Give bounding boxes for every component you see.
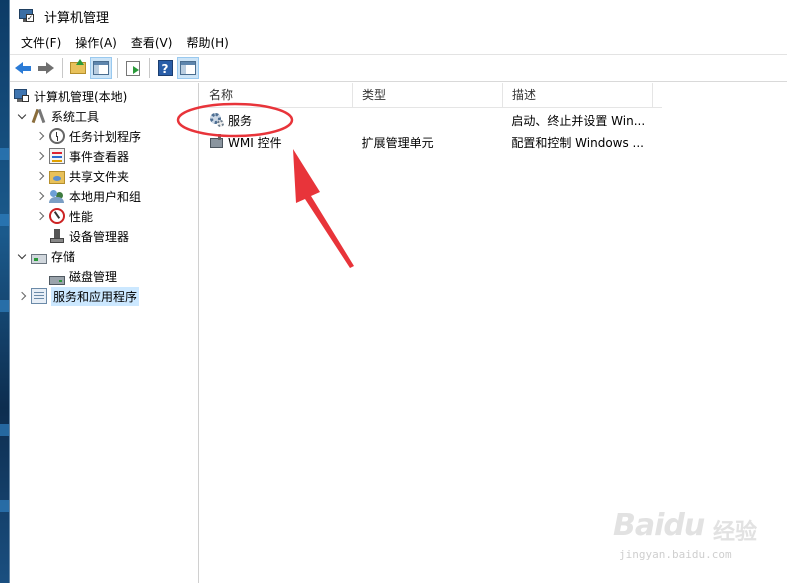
tree-item-root[interactable]: 计算机管理(本地) (14, 86, 127, 106)
computer-icon (14, 88, 30, 104)
desktop-icon-fragment (0, 148, 9, 160)
help-button[interactable]: ? (154, 57, 176, 79)
users-icon (49, 188, 65, 204)
device-manager-icon (49, 228, 65, 244)
desktop-icon-fragment (0, 214, 9, 226)
tree-item-task-scheduler[interactable]: 任务计划程序 (34, 126, 141, 146)
tree-item-label: 本地用户和组 (69, 189, 142, 204)
menu-file[interactable]: 文件(F) (14, 32, 68, 54)
collapsed-chevron-icon[interactable] (34, 210, 46, 222)
collapsed-chevron-icon[interactable] (16, 290, 28, 302)
tree-item-disk-management[interactable]: 磁盘管理 (34, 266, 117, 286)
desktop-icon-fragment (0, 300, 9, 312)
show-hide-tree-icon (93, 61, 109, 75)
menu-action[interactable]: 操作(A) (68, 32, 124, 54)
toolbar-separator (149, 58, 150, 78)
toolbar: ? (10, 54, 787, 82)
collapsed-chevron-icon[interactable] (34, 170, 46, 182)
wmi-icon (209, 134, 225, 150)
tree-item-shared-folders[interactable]: 共享文件夹 (34, 166, 129, 186)
expanded-chevron-icon[interactable] (16, 110, 28, 122)
desktop-icon-fragment (0, 500, 9, 512)
help-icon: ? (157, 60, 173, 76)
watermark-brand: Baidu (613, 508, 705, 543)
tree-item-label: 计算机管理(本地) (34, 89, 128, 104)
column-header-name[interactable]: 名称 (200, 83, 353, 108)
tools-icon (31, 108, 47, 124)
tree-item-device-manager[interactable]: 设备管理器 (34, 226, 129, 246)
tree-item-label: 性能 (69, 209, 94, 224)
column-header-description[interactable]: 描述 (503, 83, 653, 108)
tree-item-storage[interactable]: 存储 (16, 246, 75, 266)
cell-name: WMI 控件 (200, 134, 353, 151)
list-item-services[interactable]: 服务 启动、终止并设置 Win... (200, 109, 662, 131)
forward-arrow-icon (38, 62, 54, 74)
expanded-chevron-icon[interactable] (16, 250, 28, 262)
tree-item-label: 存储 (51, 249, 76, 264)
cell-name: 服务 (200, 112, 353, 129)
toolbar-separator (62, 58, 63, 78)
event-viewer-icon (49, 148, 65, 164)
tree-item-label: 服务和应用程序 (51, 286, 140, 306)
disk-icon (49, 275, 65, 285)
list-item-wmi-control[interactable]: WMI 控件 扩展管理单元 配置和控制 Windows ... (200, 131, 662, 153)
export-list-button[interactable] (122, 57, 144, 79)
back-button[interactable] (12, 57, 34, 79)
list-header: 名称 类型 描述 (200, 83, 662, 108)
up-one-level-button[interactable] (67, 57, 89, 79)
clock-icon (49, 128, 65, 144)
title-bar[interactable]: ✓ 计算机管理 (10, 0, 787, 32)
menu-view[interactable]: 查看(V) (124, 32, 180, 54)
tree-item-label: 共享文件夹 (69, 169, 130, 184)
watermark-url: jingyan.baidu.com (619, 548, 732, 561)
item-name: WMI 控件 (228, 135, 282, 150)
computer-management-icon: ✓ (18, 8, 34, 24)
desktop-icon-fragment (0, 424, 9, 436)
export-list-icon (126, 60, 140, 76)
menu-bar: 文件(F) 操作(A) 查看(V) 帮助(H) (10, 32, 787, 54)
baidu-watermark: Baidu 经验 jingyan.baidu.com (613, 508, 763, 568)
tree-item-performance[interactable]: 性能 (34, 206, 93, 226)
show-hide-action-pane-button[interactable] (177, 57, 199, 79)
column-header-type[interactable]: 类型 (353, 83, 503, 108)
item-name: 服务 (228, 113, 253, 128)
gear-icon (209, 112, 225, 128)
performance-icon (49, 208, 65, 224)
shared-folder-icon (49, 170, 65, 184)
watermark-cn: 经验 (713, 520, 758, 545)
show-hide-console-tree-button[interactable] (90, 57, 112, 79)
back-arrow-icon (15, 62, 31, 74)
tree-item-label: 磁盘管理 (69, 269, 118, 284)
collapsed-chevron-icon[interactable] (34, 130, 46, 142)
tree-item-system-tools[interactable]: 系统工具 (16, 106, 99, 126)
tree-item-label: 事件查看器 (69, 149, 130, 164)
tree-item-label: 任务计划程序 (69, 129, 142, 144)
forward-button[interactable] (35, 57, 57, 79)
tree-item-local-users-groups[interactable]: 本地用户和组 (34, 186, 141, 206)
toolbar-separator (117, 58, 118, 78)
collapsed-chevron-icon[interactable] (34, 150, 46, 162)
window-title: 计算机管理 (44, 10, 110, 26)
cell-type: 扩展管理单元 (361, 135, 434, 150)
show-hide-action-pane-icon (180, 61, 196, 75)
desktop-background (0, 0, 9, 583)
console-tree: 计算机管理(本地) 系统工具 任务计划程序 事件查看器 共享文件夹 本地用户和组 (10, 83, 199, 583)
up-folder-icon (70, 59, 86, 74)
services-apps-icon (31, 288, 47, 304)
storage-icon (31, 254, 47, 264)
tree-item-label: 系统工具 (51, 109, 100, 124)
tree-item-event-viewer[interactable]: 事件查看器 (34, 146, 129, 166)
tree-item-label: 设备管理器 (69, 229, 130, 244)
computer-management-window: ✓ 计算机管理 文件(F) 操作(A) 查看(V) 帮助(H) ? 计算机管理(… (9, 0, 787, 583)
cell-description: 启动、终止并设置 Win... (511, 113, 646, 128)
cell-description: 配置和控制 Windows ... (511, 135, 644, 150)
menu-help[interactable]: 帮助(H) (179, 32, 235, 54)
collapsed-chevron-icon[interactable] (34, 190, 46, 202)
tree-item-services-applications[interactable]: 服务和应用程序 (16, 286, 140, 306)
